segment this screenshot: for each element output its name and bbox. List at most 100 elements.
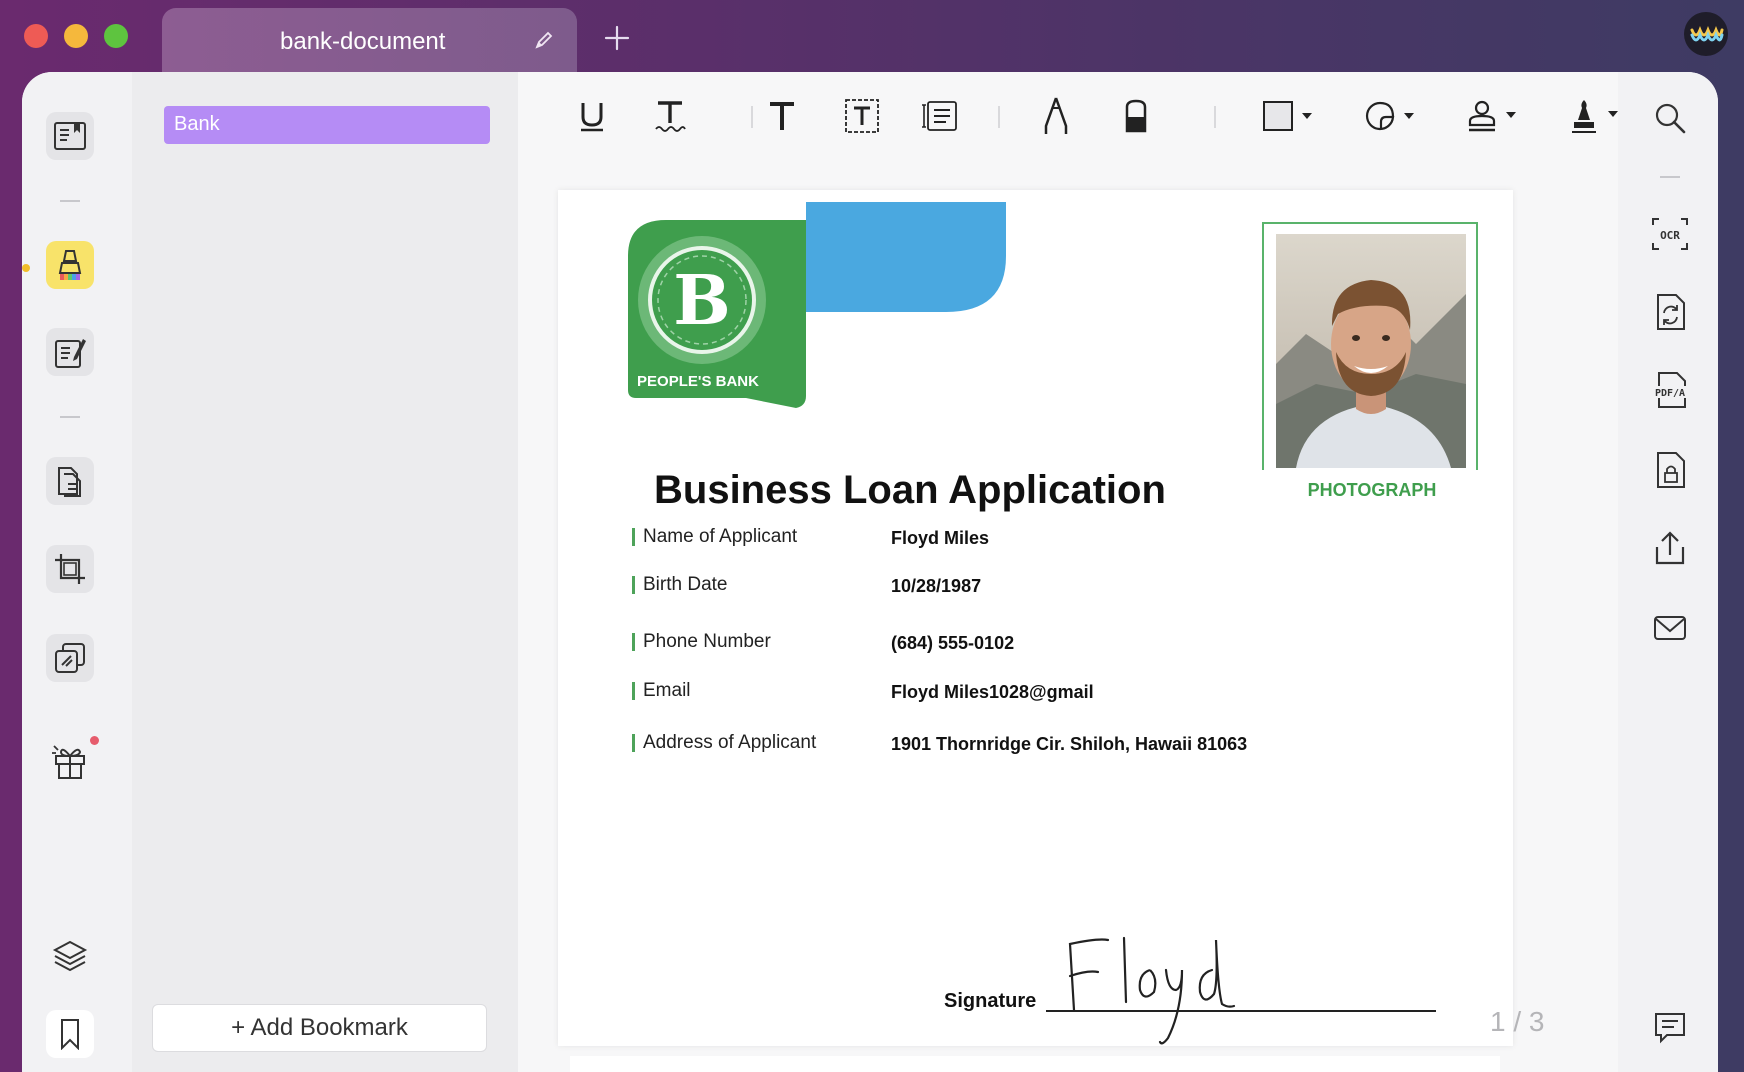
search-icon — [1655, 103, 1686, 134]
squiggly-icon — [655, 101, 686, 132]
handwritten-signature — [1068, 936, 1236, 1045]
tab-title: bank-document — [280, 28, 446, 55]
search-button[interactable] — [1650, 96, 1690, 140]
share-button[interactable] — [1650, 526, 1690, 570]
field-value-email: Floyd Miles1028@gmail — [891, 682, 1094, 702]
document-tab[interactable]: bank-document — [162, 8, 577, 72]
photograph-label: PHOTOGRAPH — [1307, 480, 1437, 500]
stamp-icon — [1468, 100, 1516, 132]
highlighter-icon — [58, 250, 82, 280]
text-tool[interactable] — [762, 94, 802, 138]
document-title: Business Loan Application — [654, 468, 1166, 512]
convert-button[interactable] — [46, 634, 94, 682]
convert-file-button[interactable] — [1650, 290, 1690, 334]
pdfa-icon: PDF/A — [1651, 372, 1689, 408]
bookmark-icon — [61, 1019, 79, 1050]
field-label-email: Email — [632, 681, 691, 700]
underline-tool[interactable] — [572, 94, 612, 138]
stamp-tool[interactable] — [1464, 94, 1524, 138]
convert-file-icon — [1657, 294, 1685, 330]
edit-mode-button[interactable] — [46, 328, 94, 376]
zoom-window-button[interactable] — [104, 24, 128, 48]
pdfa-button[interactable]: PDF/A — [1650, 368, 1690, 412]
comment-list-icon — [1655, 1013, 1685, 1044]
reader-icon — [54, 122, 86, 150]
field-value-address: 1901 Thornridge Cir. Shiloh, Hawaii 8106… — [891, 734, 1248, 754]
edit-pdf-icon — [55, 339, 86, 368]
add-bookmark-button[interactable]: + Add Bookmark — [152, 1004, 487, 1052]
layers-button[interactable] — [46, 932, 94, 980]
underline-icon — [581, 103, 603, 132]
page-separator: / — [1513, 1006, 1522, 1037]
field-label-birth-date: Birth Date — [632, 575, 727, 594]
reader-mode-button[interactable] — [46, 112, 94, 160]
eraser-icon — [1125, 99, 1147, 133]
organize-pages-icon — [58, 467, 81, 497]
comment-mode-button[interactable] — [46, 241, 94, 289]
sticker-tool[interactable] — [1362, 94, 1422, 138]
annotation-toolbar — [518, 72, 1618, 172]
pencil-tool[interactable] — [1038, 94, 1074, 138]
right-sidebar: OCR PDF/A — [1618, 72, 1718, 1072]
document-canvas: B PEOPLE'S BANK PHOTOGRAPH Business Loan… — [518, 72, 1618, 1072]
total-pages: 3 — [1528, 1006, 1545, 1037]
left-sidebar — [22, 72, 132, 1072]
shape-icon — [1263, 101, 1312, 131]
ocr-icon: OCR — [1652, 218, 1688, 250]
gift-icon — [52, 745, 85, 779]
bookmark-panel: Bank + Add Bookmark — [132, 72, 518, 1072]
next-page-edge — [570, 1056, 1500, 1072]
applicant-photo — [1276, 234, 1466, 468]
signature-label: Signature — [944, 990, 1037, 1012]
gift-button[interactable] — [46, 736, 94, 784]
close-window-button[interactable] — [24, 24, 48, 48]
text-callout-icon — [922, 101, 957, 131]
eraser-tool[interactable] — [1118, 94, 1154, 138]
squiggly-tool[interactable] — [650, 94, 690, 138]
shape-tool[interactable] — [1260, 94, 1320, 138]
svg-text:OCR: OCR — [1660, 229, 1680, 242]
field-value-birth-date: 10/28/1987 — [891, 576, 982, 596]
current-page: 1 — [1490, 1006, 1506, 1037]
share-icon — [1655, 531, 1685, 565]
text-box-icon — [845, 99, 879, 133]
svg-text:PDF/A: PDF/A — [1655, 388, 1685, 399]
crop-pages-button[interactable] — [46, 545, 94, 593]
svg-text:B: B — [673, 261, 730, 341]
app-window: Bank + Add Bookmark B PEOPLE'S BANK PHOT… — [22, 72, 1718, 1072]
organize-pages-button[interactable] — [46, 457, 94, 505]
new-tab-plus-icon[interactable] — [603, 24, 631, 52]
field-value-name: Floyd Miles — [891, 528, 990, 548]
text-icon — [770, 102, 794, 130]
layers-icon — [52, 940, 88, 972]
field-label-phone: Phone Number — [632, 632, 771, 651]
pencil-icon — [1044, 97, 1068, 134]
email-icon — [1654, 616, 1686, 640]
pdf-page[interactable]: B PEOPLE'S BANK PHOTOGRAPH Business Loan… — [558, 190, 1513, 1046]
photograph-frame — [1262, 222, 1478, 470]
text-box-tool[interactable] — [842, 94, 882, 138]
page-counter: 1 / 3 — [1490, 1006, 1545, 1038]
text-callout-tool[interactable] — [920, 94, 960, 138]
signature-tool[interactable] — [1566, 94, 1626, 138]
app-logo-icon[interactable] — [1684, 12, 1728, 56]
notification-dot — [90, 736, 99, 745]
active-indicator — [22, 264, 30, 272]
crop-icon — [55, 554, 85, 584]
svg-text:PEOPLE'S BANK: PEOPLE'S BANK — [637, 373, 759, 390]
field-label-address: Address of Applicant — [632, 733, 816, 752]
protect-icon — [1657, 452, 1685, 488]
ocr-button[interactable]: OCR — [1650, 212, 1690, 256]
title-bar: bank-document — [0, 0, 1744, 72]
email-button[interactable] — [1650, 606, 1690, 650]
sticker-icon — [1365, 101, 1414, 131]
convert-icon — [55, 643, 85, 673]
signature-icon — [1572, 100, 1618, 133]
rename-pencil-icon[interactable] — [532, 28, 556, 52]
field-label-name: Name of Applicant — [632, 527, 797, 546]
comment-list-button[interactable] — [1650, 1006, 1690, 1050]
minimize-window-button[interactable] — [64, 24, 88, 48]
protect-button[interactable] — [1650, 448, 1690, 492]
bookmark-item[interactable]: Bank — [164, 106, 490, 144]
bookmarks-button[interactable] — [46, 1010, 94, 1058]
